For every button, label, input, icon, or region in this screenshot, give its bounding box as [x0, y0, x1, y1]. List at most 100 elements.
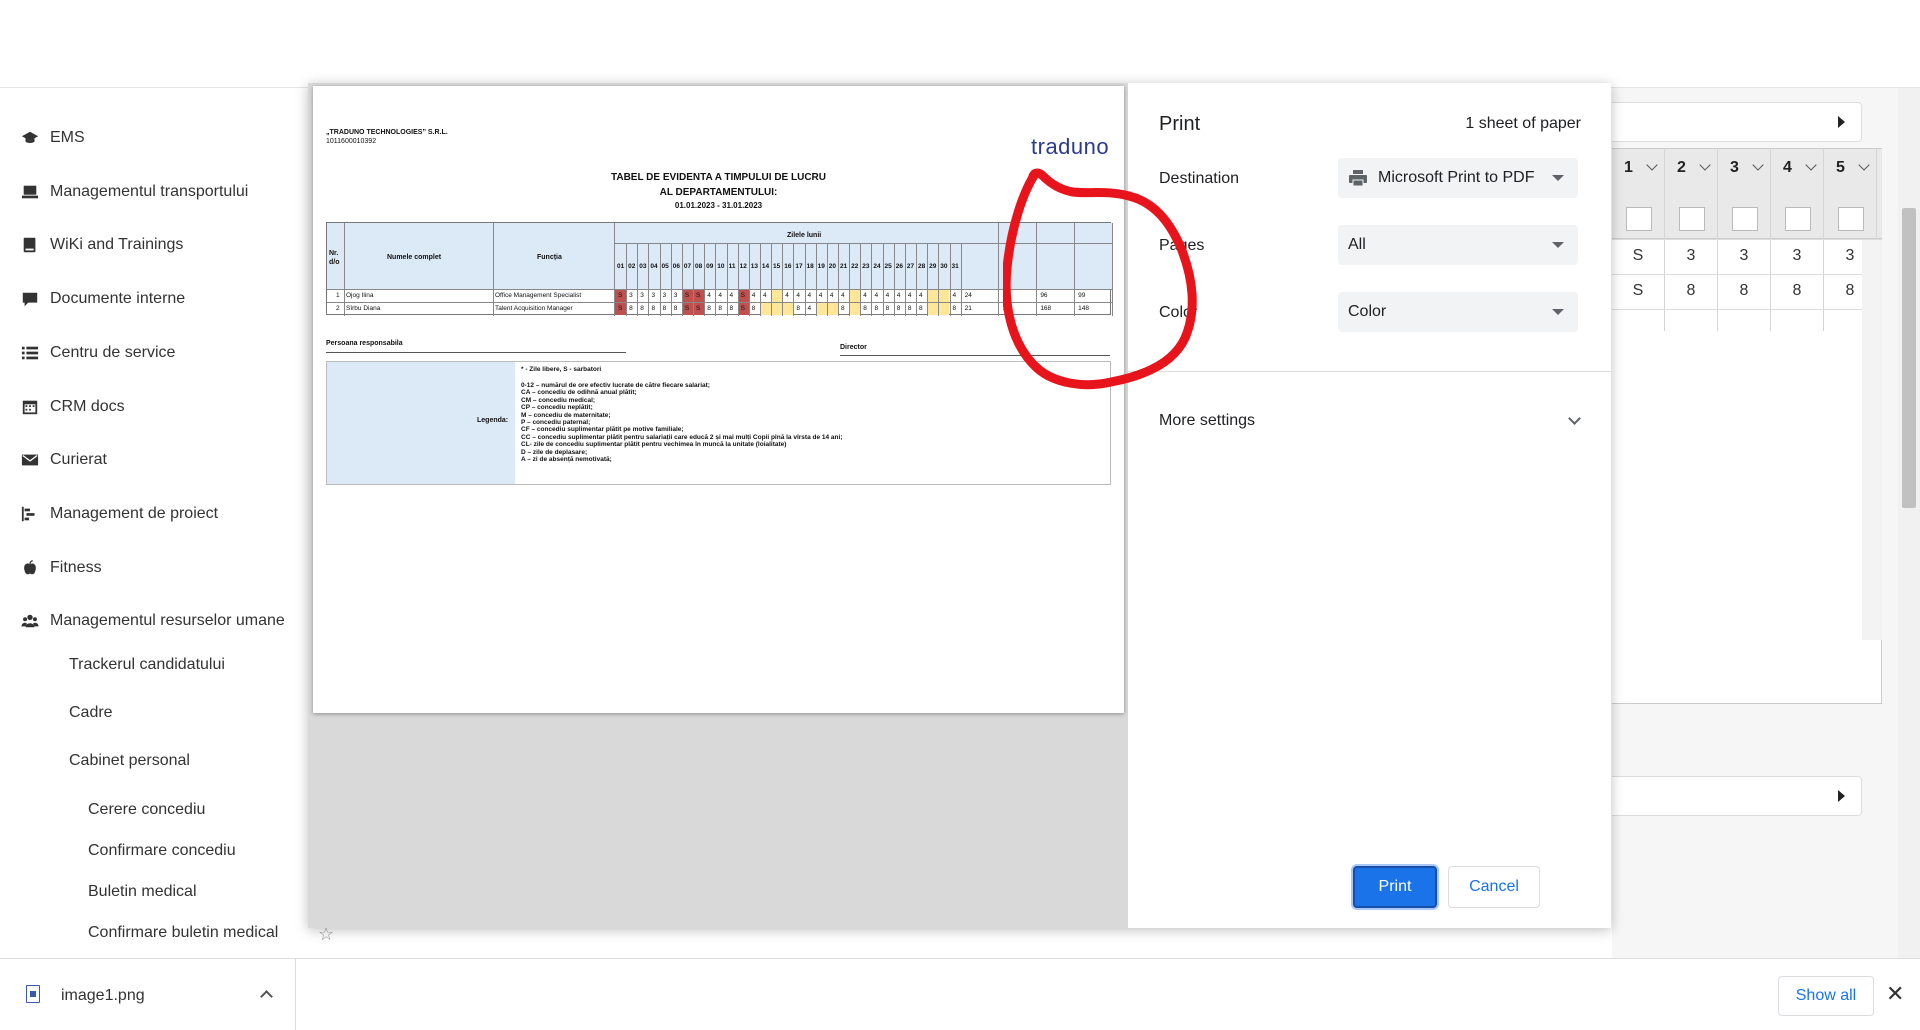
sidebar-item-label: CRM docs — [50, 398, 125, 415]
total-value: 96 — [1040, 292, 1048, 299]
col-divider — [771, 243, 773, 316]
day-header: 10 — [717, 263, 725, 270]
destination-select[interactable]: Microsoft Print to PDF — [1338, 158, 1578, 198]
day-value: 4 — [874, 292, 879, 299]
color-select[interactable]: Color — [1338, 292, 1578, 332]
download-item[interactable]: image1.png — [0, 959, 296, 1030]
responsible-label: Persoana responsabila — [326, 340, 403, 347]
legend-line: D – zile de deplasare; — [521, 448, 588, 456]
column-header-number[interactable]: 1 — [1624, 159, 1633, 177]
sidebar-item-curierat[interactable]: Curierat — [20, 446, 107, 474]
day-value: 4 — [807, 292, 812, 299]
sidebar-subitem-cabinet[interactable]: Cabinet personal — [69, 752, 190, 770]
day-header: 27 — [906, 263, 915, 270]
col-divider — [681, 243, 683, 316]
col-divider — [659, 243, 661, 316]
table-column — [1665, 149, 1718, 331]
show-all-button[interactable]: Show all — [1778, 976, 1874, 1016]
sidebar: EMS Managementul transportului WiKi and … — [0, 88, 308, 958]
legend-line: * - Zile libere, S - sarbatori — [521, 366, 602, 373]
window-scrollbar[interactable] — [1898, 88, 1920, 958]
total-value: 24 — [964, 292, 972, 299]
day-value: 8 — [729, 305, 734, 312]
col-divider — [693, 243, 695, 316]
sidebar-item-proiect[interactable]: Management de proiect — [20, 500, 218, 528]
sidebar-subitem-cadre[interactable]: Cadre — [69, 704, 113, 722]
column-checkbox[interactable] — [1838, 207, 1864, 231]
column-header-number[interactable]: 2 — [1677, 159, 1686, 177]
pages-select[interactable]: All — [1338, 225, 1578, 265]
day-value: 4 — [785, 292, 789, 299]
day-value: 4 — [841, 292, 845, 299]
column-checkbox[interactable] — [1679, 207, 1705, 231]
chevron-up-icon[interactable] — [260, 990, 273, 1003]
sidebar-subsubitem-confirmare[interactable]: Confirmare concediu — [88, 842, 236, 860]
col-divider — [748, 243, 750, 316]
cancel-button[interactable]: Cancel — [1448, 866, 1540, 908]
scrollbar-thumb[interactable] — [1902, 208, 1916, 508]
day-value: 4 — [818, 292, 823, 299]
column-checkbox[interactable] — [1732, 207, 1758, 231]
sidebar-item-wiki[interactable]: WiKi and Trainings — [20, 231, 183, 259]
weekend-cell — [927, 303, 939, 315]
day-value: 8 — [629, 305, 633, 312]
day-value: S — [740, 305, 745, 312]
more-settings-toggle[interactable]: More settings — [1159, 406, 1581, 436]
download-file-name: image1.png — [61, 987, 145, 1004]
column-header-number[interactable]: 5 — [1836, 159, 1845, 177]
sidebar-subitem-tracker[interactable]: Trackerul candidatului — [69, 656, 225, 674]
day-value: 4 — [907, 292, 912, 299]
expand-arrow-icon — [1838, 116, 1845, 128]
sidebar-subsubitem-cerere[interactable]: Cerere concediu — [88, 801, 205, 819]
sidebar-subsubitem-buletin[interactable]: Buletin medical — [88, 883, 197, 901]
day-header: 04 — [650, 263, 658, 270]
day-value: 8 — [885, 305, 890, 312]
close-icon[interactable]: ✕ — [1886, 981, 1904, 1007]
column-header-number[interactable]: 3 — [1730, 159, 1739, 177]
table-scrollbar[interactable] — [1862, 240, 1882, 640]
column-checkbox[interactable] — [1785, 207, 1811, 231]
col-divider — [838, 243, 839, 316]
weekend-cell — [938, 303, 950, 315]
col-divider — [893, 243, 895, 316]
col-divider — [904, 243, 906, 316]
table-cell: S — [1632, 282, 1644, 299]
sidebar-item-fitness[interactable]: Fitness — [20, 554, 102, 582]
day-value: 8 — [907, 305, 912, 312]
sidebar-item-transport[interactable]: Managementul transportului — [20, 178, 248, 206]
sidebar-item-label: WiKi and Trainings — [50, 236, 184, 253]
day-value: 8 — [751, 305, 756, 312]
sidebar-item-label: Documente interne — [50, 290, 186, 307]
day-header: 19 — [817, 263, 825, 270]
background-panel-top[interactable] — [1612, 102, 1862, 142]
company-code: 1011600010392 — [326, 138, 377, 145]
col-divider — [860, 243, 862, 316]
sidebar-item-service[interactable]: Centru de service — [20, 339, 175, 367]
day-value: S — [618, 305, 623, 312]
col-divider — [815, 243, 817, 316]
company-logo: traduno — [1031, 134, 1110, 159]
row-divider — [1612, 309, 1882, 310]
day-value: 4 — [796, 292, 801, 299]
day-header: 03 — [639, 263, 647, 270]
timesheet-header — [327, 223, 1112, 289]
print-dialog: „TRADUNO TECHNOLOGIES” S.R.L. 1011600010… — [308, 83, 1611, 928]
col-divider — [670, 243, 672, 316]
weekend-cell — [815, 303, 827, 315]
column-header-number[interactable]: 4 — [1783, 159, 1792, 177]
sidebar-subsubitem-confirmare-buletin[interactable]: Confirmare buletin medical — [88, 924, 278, 942]
print-button[interactable]: Print — [1353, 866, 1437, 908]
legend-line: P – concediu paternal; — [521, 419, 591, 426]
background-panel-bottom[interactable] — [1612, 776, 1862, 816]
row-divider — [1612, 274, 1882, 275]
background-table: 1SS238338438538 — [1612, 148, 1882, 704]
sidebar-item-documente[interactable]: Documente interne — [20, 285, 185, 313]
sidebar-item-hr[interactable]: Managementul resurselor umane — [20, 607, 285, 635]
destination-label: Destination — [1159, 170, 1240, 187]
column-checkbox[interactable] — [1626, 207, 1652, 231]
sidebar-item-crm[interactable]: CRM docs — [20, 393, 125, 421]
sidebar-item-ems[interactable]: EMS — [20, 124, 85, 152]
row-divider — [327, 289, 1112, 290]
settings-divider — [1128, 371, 1611, 372]
apple-icon — [20, 558, 40, 578]
